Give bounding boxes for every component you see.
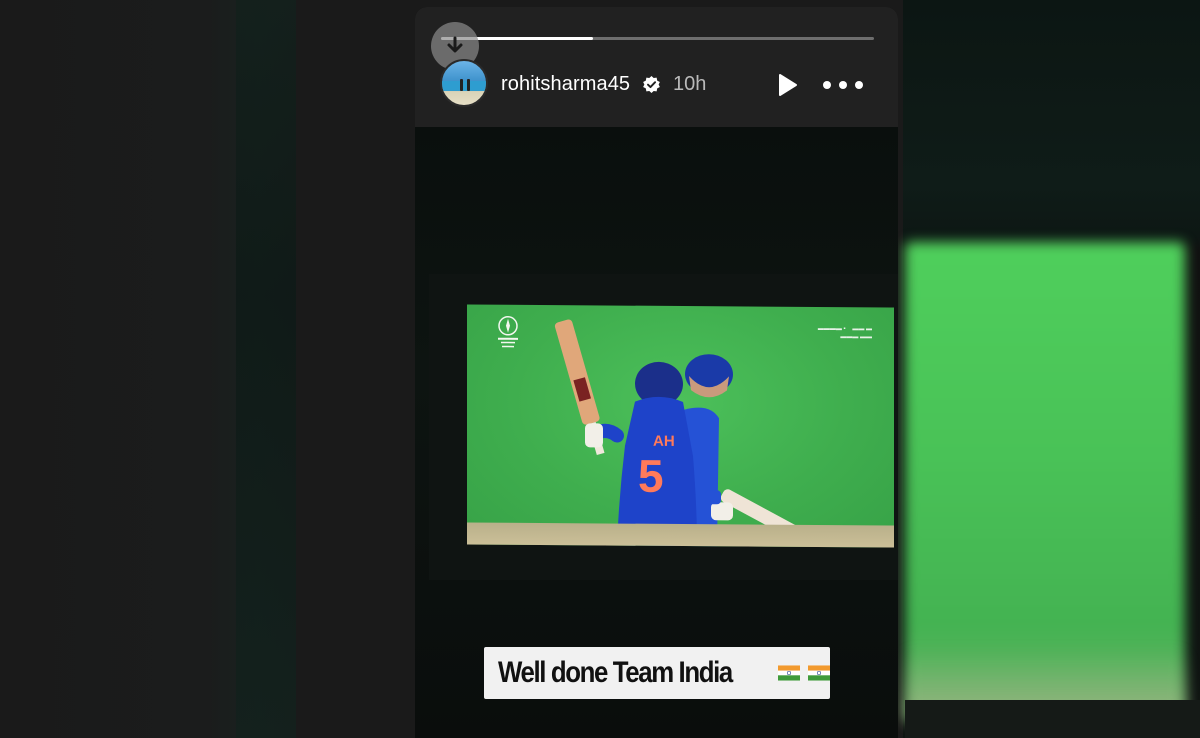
- username[interactable]: rohitsharma45: [501, 73, 630, 96]
- pitch-strip: [467, 522, 894, 548]
- blurred-background-left-edge: [236, 0, 296, 738]
- blurred-bottom-right: [905, 700, 1200, 738]
- svg-text:5: 5: [638, 450, 664, 502]
- more-options-icon: [823, 81, 831, 89]
- caption-text: Well done Team India: [498, 656, 733, 689]
- verified-badge-icon: [643, 75, 660, 94]
- story-card[interactable]: rohitsharma45 10h ▬▬▬▬ ▪ ▬▬ ▬ ▬▬▬ ▬▬ 5 A…: [415, 7, 898, 738]
- play-button[interactable]: [773, 71, 801, 99]
- play-icon: [779, 74, 797, 96]
- india-flag-icon: [777, 665, 800, 681]
- more-options-button[interactable]: [823, 71, 863, 99]
- celebration-scene: 5 AH: [554, 319, 813, 547]
- svg-text:AH: AH: [653, 433, 675, 450]
- story-progress-bar: [441, 37, 874, 40]
- tv-screen-image: ▬▬▬▬ ▪ ▬▬ ▬ ▬▬▬ ▬▬ 5 AH: [467, 304, 894, 548]
- india-flag-icon: [807, 665, 830, 681]
- story-header: rohitsharma45 10h: [415, 7, 898, 127]
- download-arrow-icon: [447, 36, 463, 53]
- story-media[interactable]: ▬▬▬▬ ▪ ▬▬ ▬ ▬▬▬ ▬▬ 5 AH Well done Team I…: [415, 127, 898, 738]
- story-viewer: rohitsharma45 10h ▬▬▬▬ ▪ ▬▬ ▬ ▬▬▬ ▬▬ 5 A…: [0, 0, 1200, 738]
- post-time: 10h: [673, 73, 707, 95]
- avatar[interactable]: [440, 59, 488, 107]
- story-caption-sticker[interactable]: Well done Team India: [484, 647, 830, 699]
